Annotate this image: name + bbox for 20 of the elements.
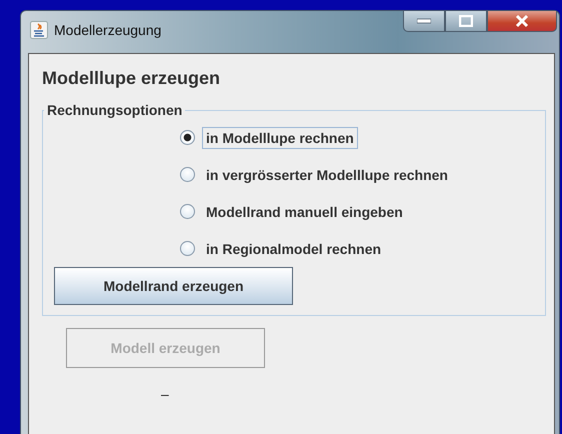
radio-button[interactable] (180, 204, 195, 219)
radio-label[interactable]: in Modelllupe rechnen (202, 126, 358, 148)
window-title: Modellerzeugung (54, 22, 162, 38)
status-text: – (161, 386, 170, 402)
radio-button[interactable] (180, 130, 195, 145)
minimize-button[interactable] (403, 11, 445, 32)
radio-label[interactable]: in vergrösserter Modelllupe rechnen (202, 164, 452, 186)
radio-button[interactable] (180, 167, 195, 182)
dialog-heading: Modelllupe erzeugen (42, 68, 222, 89)
maximize-icon (459, 15, 473, 27)
group-legend: Rechnungsoptionen (44, 102, 186, 118)
cup-icon (30, 21, 48, 39)
generate-border-button[interactable]: Modellrand erzeugen (54, 267, 293, 305)
radio-label[interactable]: in Regionalmodel rechnen (202, 238, 386, 260)
maximize-button[interactable] (445, 11, 487, 32)
minimize-icon (417, 18, 431, 24)
close-button[interactable] (487, 11, 557, 32)
radio-label[interactable]: Modellrand manuell eingeben (202, 200, 407, 222)
close-icon (514, 14, 530, 28)
radio-button[interactable] (180, 241, 195, 256)
